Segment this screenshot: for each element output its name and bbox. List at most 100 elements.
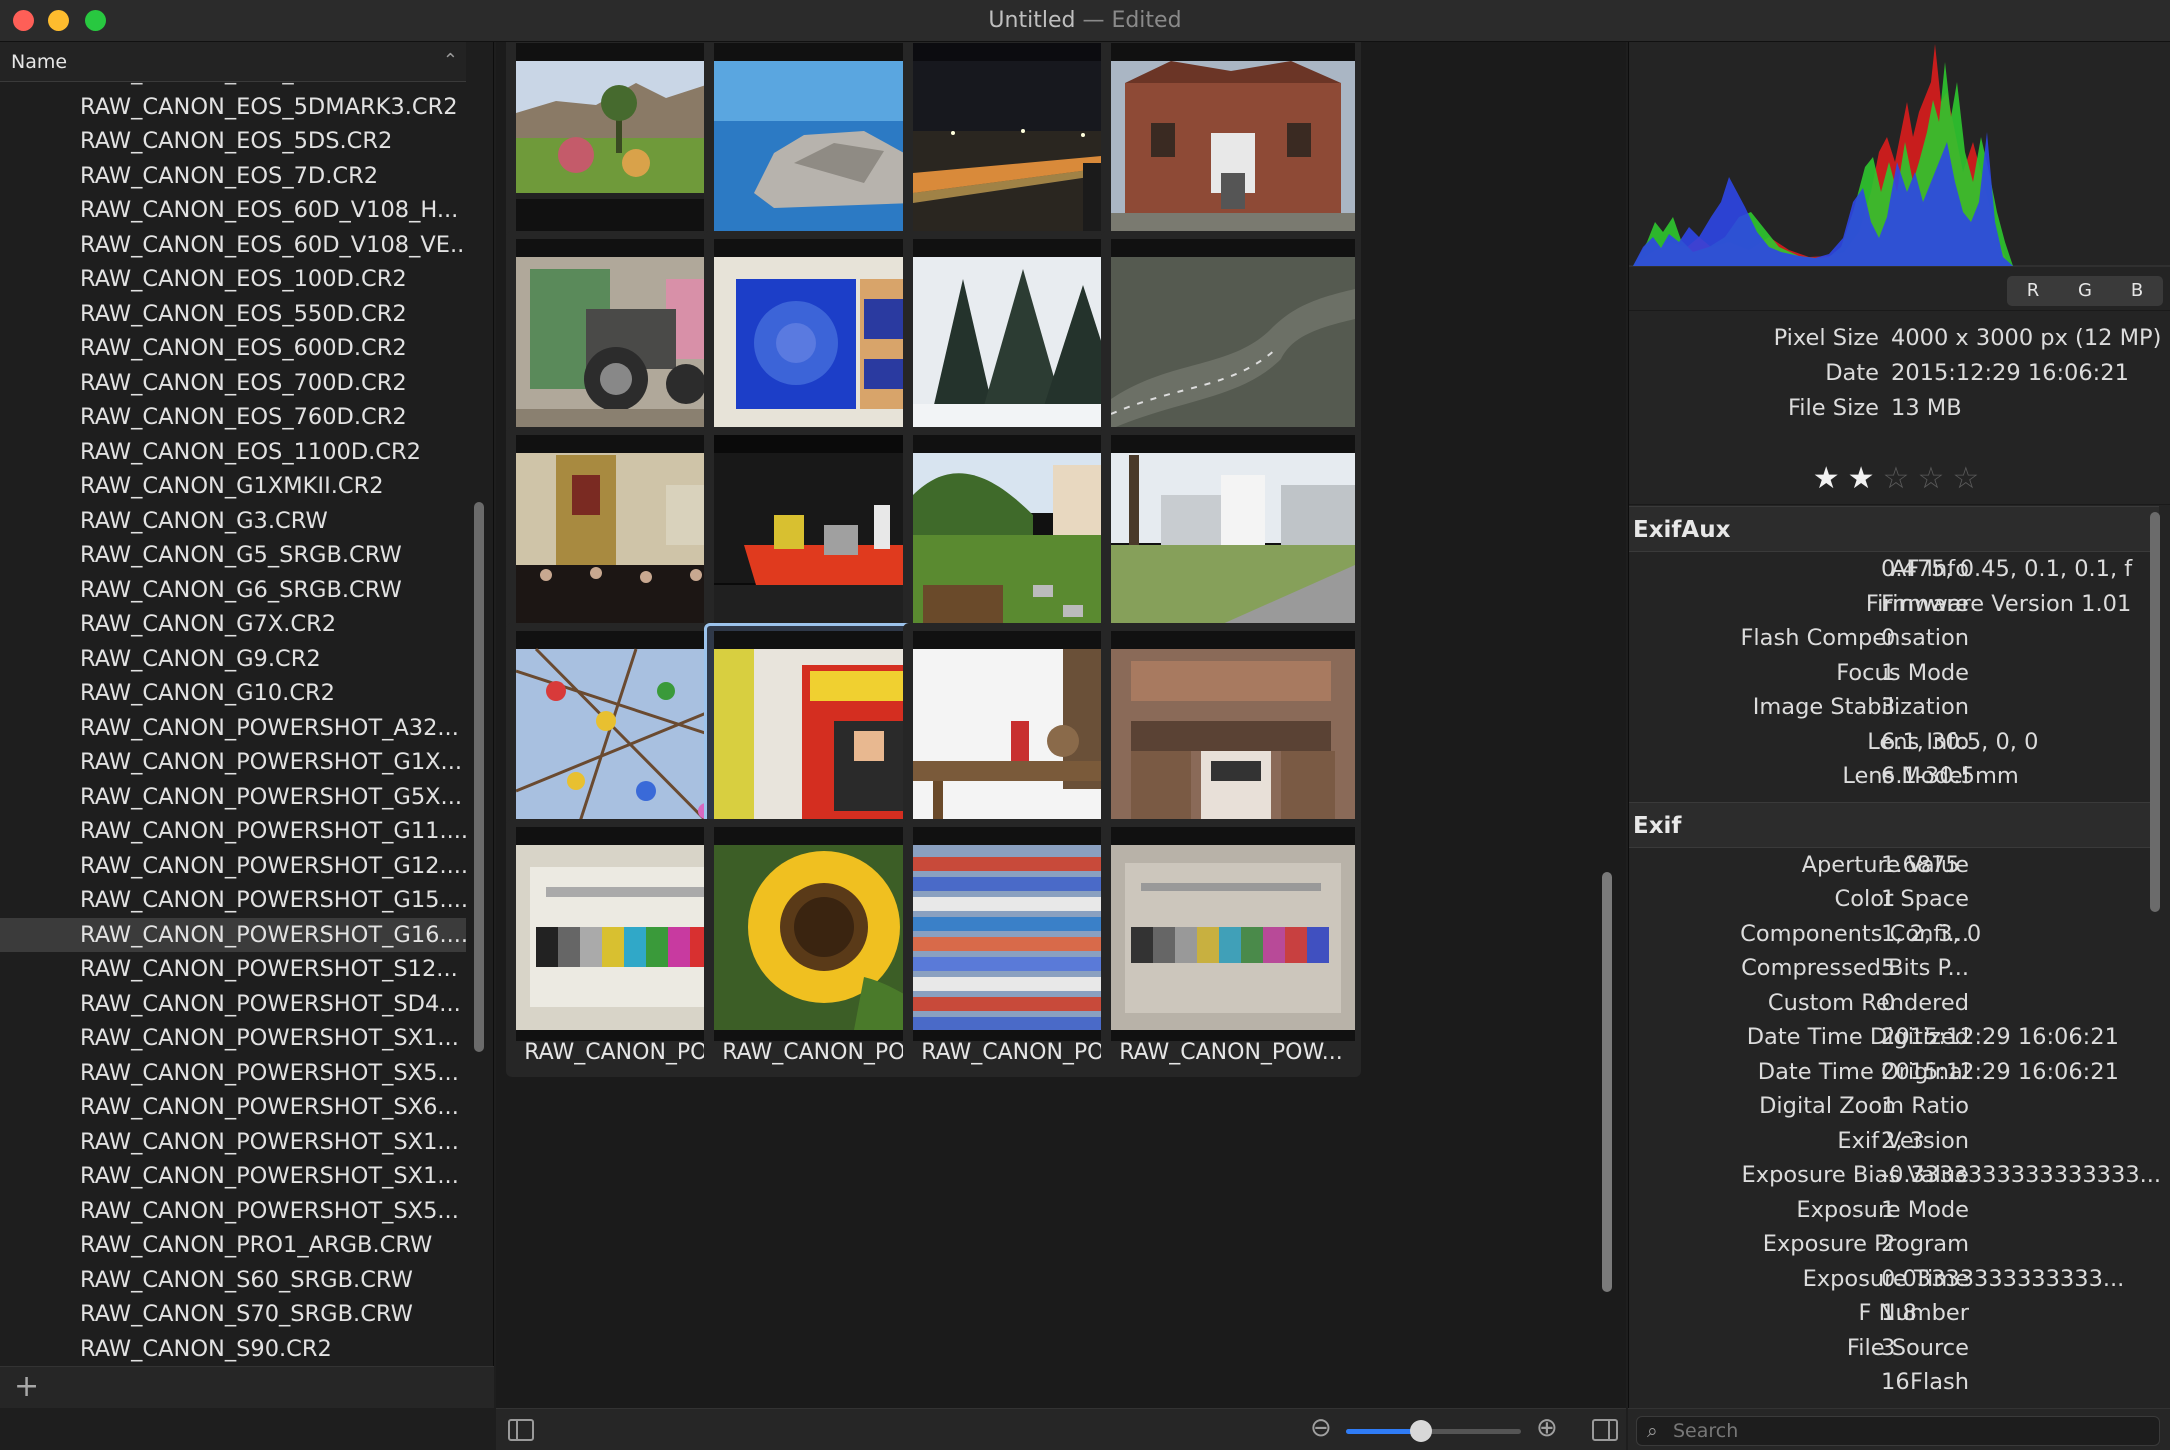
channel-green-button[interactable]: G xyxy=(2059,276,2111,306)
zoom-slider-knob[interactable] xyxy=(1410,1420,1433,1442)
thumbnail-image xyxy=(1111,435,1355,649)
star-empty-icon[interactable]: ☆ xyxy=(1952,461,1987,496)
file-row[interactable]: RAW_CANON_PRO1_ARGB.CRW xyxy=(0,1228,466,1263)
star-filled-icon[interactable]: ★ xyxy=(1813,461,1848,496)
star-rating[interactable]: ★★☆☆☆ xyxy=(1629,454,2170,504)
info-row: Pixel Size 4000 x 3000 px (12 MP) xyxy=(1629,325,2170,360)
sidebar-footer: + xyxy=(0,1366,494,1408)
file-row[interactable]: RAW_CANON_POWERSHOT_G12.... xyxy=(0,849,466,884)
sidebar-left-icon[interactable] xyxy=(508,1419,534,1441)
file-row[interactable]: RAW_CANON_EOS_700D.CR2 xyxy=(0,366,466,401)
metadata-row: Digital Zoom Ratio 1 xyxy=(1629,1093,2159,1128)
file-row[interactable]: RAW_CANON_S90.CR2 xyxy=(0,1332,466,1367)
metadata-row: Lens Info 6.1, 30.5, 0, 0 xyxy=(1629,729,2159,764)
metadata-row: Image Stabilization 3 xyxy=(1629,694,2159,729)
file-row[interactable]: RAW_CANON_POWERSHOT_G5X... xyxy=(0,780,466,815)
file-row[interactable]: RAW_CANON_POWERSHOT_SX1... xyxy=(0,1125,466,1160)
metadata-value: Firmware Version 1.01 xyxy=(1881,590,2132,617)
file-row[interactable]: RAW_CANON_EOS_100D.CR2 xyxy=(0,262,466,297)
file-row[interactable]: RAW_CANON_POWERSHOT_SX6... xyxy=(0,1090,466,1125)
sidebar-scrollbar[interactable] xyxy=(474,502,484,1052)
metadata-value: 1 xyxy=(1881,1196,1896,1223)
file-row[interactable]: RAW_CANON_POWERSHOT_G1X... xyxy=(0,745,466,780)
metadata-list: ExifAux AF Info 0.475, 0.45, 0.1, 0.1, f Fi… xyxy=(1629,506,2159,1408)
file-row[interactable]: RAW_CANON_POWERSHOT_SD4... xyxy=(0,987,466,1022)
file-row[interactable]: RAW_CANON_POWERSHOT_G15.... xyxy=(0,883,466,918)
metadata-row: Exposure Bias Value -0.3333333333333333..… xyxy=(1629,1162,2159,1197)
metadata-row: Flash Compensation 0 xyxy=(1629,625,2159,660)
metadata-section-header[interactable]: ExifAux xyxy=(1629,506,2159,552)
sidebar-right-icon[interactable] xyxy=(1592,1419,1618,1441)
file-row[interactable]: RAW_CANON_EOS_550D.CR2 xyxy=(0,297,466,332)
histogram-chart xyxy=(1629,44,2170,267)
file-row[interactable]: RAW_CANON_EOS_60D_V108_VE... xyxy=(0,228,466,263)
file-row[interactable]: RAW_CANON_POWERSHOT_A32... xyxy=(0,711,466,746)
file-row[interactable]: RAW_CANON_S70_SRGB.CRW xyxy=(0,1297,466,1332)
title-bar: Untitled — Edited xyxy=(0,0,2170,42)
file-row[interactable]: RAW_CANON_G7X.CR2 xyxy=(0,607,466,642)
name-column-header[interactable]: Name ⌃ xyxy=(0,42,466,82)
window-title-edited: — Edited xyxy=(1082,8,1182,33)
file-row[interactable]: RAW_CANON_G3.CRW xyxy=(0,504,466,539)
metadata-row: Compressed Bits P... 5 xyxy=(1629,955,2159,990)
search-input[interactable] xyxy=(1673,1419,2143,1443)
file-row[interactable]: RAW_CANON_POWERSHOT_SX5... xyxy=(0,1194,466,1229)
channel-selector: R G B xyxy=(2007,276,2163,306)
file-row[interactable]: RAW_CANON_POWERSHOT_SX1... xyxy=(0,1021,466,1056)
star-empty-icon[interactable]: ☆ xyxy=(1917,461,1952,496)
metadata-section-header[interactable]: Exif xyxy=(1629,801,2159,848)
file-row[interactable]: RAW_CANON_G1XMKII.CR2 xyxy=(0,469,466,504)
metadata-row: Lens Model 6.1-30.5mm xyxy=(1629,763,2159,798)
file-row[interactable]: RAW_CANON_EOS_60D_V108_H... xyxy=(0,193,466,228)
metadata-key: Color Space xyxy=(1834,886,1969,912)
metadata-value: 1 xyxy=(1881,659,1896,686)
star-empty-icon[interactable]: ☆ xyxy=(1883,461,1918,496)
thumbnail-caption: RAW_CANON_POW... xyxy=(1119,1040,1343,1065)
metadata-value: 1 xyxy=(1881,1093,1896,1119)
inspector-panel: R G B Pixel Size 4000 x 3000 px (12 MP) … xyxy=(1628,42,2170,1408)
metadata-value: 1.8 xyxy=(1881,1300,1917,1326)
file-row[interactable]: RAW_CANON_EOS_7D.CR2 xyxy=(0,159,466,194)
magnifier-icon: ⌕ xyxy=(1647,1420,1658,1442)
metadata-key: Digital Zoom Ratio xyxy=(1759,1093,1969,1119)
zoom-slider[interactable] xyxy=(1346,1420,1521,1442)
channel-red-button[interactable]: R xyxy=(2007,276,2059,306)
window-title: Untitled — Edited xyxy=(0,0,2170,42)
thumbnail-image xyxy=(1111,239,1355,453)
file-row[interactable]: RAW_CANON_G6_SRGB.CRW xyxy=(0,573,466,608)
info-key: Pixel Size xyxy=(1773,325,1879,351)
metadata-value: 1 xyxy=(1881,886,1896,912)
file-row[interactable]: RAW_CANON_EOS_600D.CR2 xyxy=(0,331,466,366)
file-row[interactable]: RAW_CANON_EOS_5DMARK3.CR2 xyxy=(0,90,466,125)
grid-scrollbar[interactable] xyxy=(1602,872,1612,1292)
file-row[interactable]: RAW_CANON_G10.CR2 xyxy=(0,676,466,711)
file-row[interactable]: RAW_CANON_POWERSHOT_G16.... xyxy=(0,917,466,952)
metadata-key: Image Stabilization xyxy=(1752,694,1969,720)
metadata-key: Focus Mode xyxy=(1836,659,1969,686)
zoom-in-icon[interactable]: ⊕ xyxy=(1536,1413,1558,1443)
file-row[interactable]: RAW_CANON_POWERSHOT_SX1... xyxy=(0,1159,466,1194)
metadata-row: Custom Rendered 0 xyxy=(1629,990,2159,1025)
file-row[interactable]: RAW_CANON_G9.CR2 xyxy=(0,642,466,677)
thumbnail-cell[interactable]: RAW_CANON_POW... xyxy=(1101,819,1361,1077)
star-filled-icon[interactable]: ★ xyxy=(1848,461,1883,496)
file-row[interactable]: RAW_CANON_G5_SRGB.CRW xyxy=(0,538,466,573)
file-row[interactable]: RAW_CANON_EOS_760D.CR2 xyxy=(0,400,466,435)
metadata-value: 0.475, 0.45, 0.1, 0.1, f xyxy=(1881,556,2133,582)
histogram: R G B xyxy=(1629,42,2170,310)
file-row[interactable]: RAW_CANON_EOS_5DS.CR2 xyxy=(0,124,466,159)
file-row[interactable]: RAW_CANON_S60_SRGB.CRW xyxy=(0,1263,466,1298)
file-row[interactable]: RAW_CANON_POWERSHOT_G11.... xyxy=(0,814,466,849)
thumbnail-image xyxy=(1111,43,1355,257)
file-row[interactable]: RAW_CANON_EOS_1100D.CR2 xyxy=(0,435,466,470)
file-row[interactable]: RAW_CANON_POWERSHOT_SX5... xyxy=(0,1056,466,1091)
channel-blue-button[interactable]: B xyxy=(2111,276,2163,306)
file-row[interactable]: RAW_CANON_POWERSHOT_S12... xyxy=(0,952,466,987)
plus-icon[interactable]: + xyxy=(14,1369,39,1405)
zoom-out-icon[interactable]: ⊖ xyxy=(1310,1413,1332,1443)
metadata-row: Components Confi... 1, 2, 3, 0 xyxy=(1629,921,2159,956)
inspector-scrollbar[interactable] xyxy=(2150,512,2160,912)
metadata-key: Exposure Program xyxy=(1762,1231,1969,1257)
metadata-key: File Source xyxy=(1846,1334,1969,1361)
search-field[interactable]: ⌕ xyxy=(1636,1416,2160,1446)
